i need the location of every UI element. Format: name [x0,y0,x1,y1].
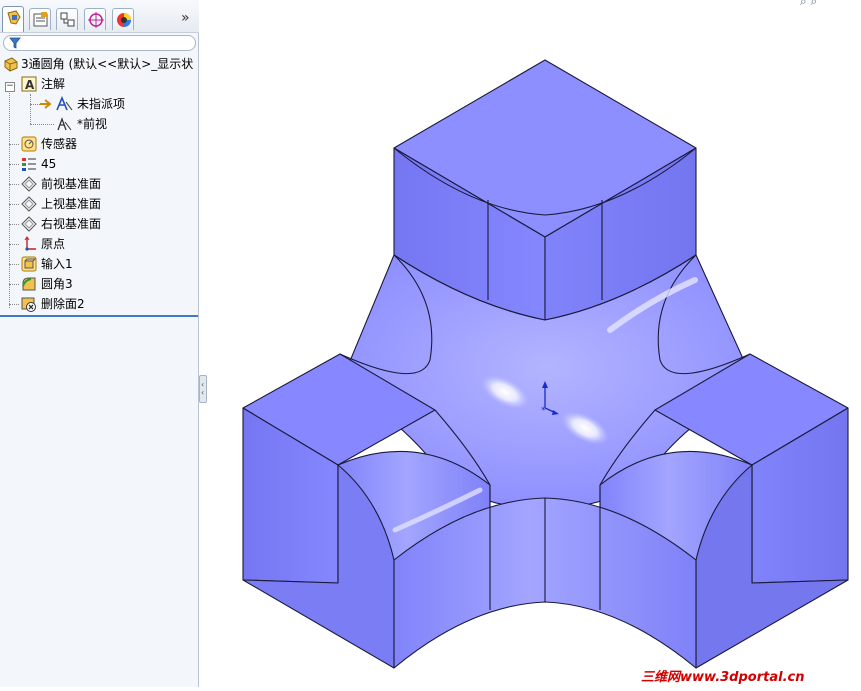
tree-branch-line [9,264,19,265]
more-tabs-icon[interactable]: » [181,10,190,26]
tree-branch-line [9,164,19,165]
tab-dimxpert-manager[interactable] [84,8,106,30]
plane-icon [21,196,37,212]
svg-text:*: * [541,406,546,416]
tree-branch-line [9,184,19,185]
tree-branch-line [9,204,19,205]
tree-branch-line [9,144,19,145]
tree-branch-line [9,284,19,285]
filter-icon [9,37,21,49]
view-orientation-icons[interactable]: ⌕ ⌕ [800,0,817,9]
tab-display-manager[interactable] [112,8,134,30]
annotations-expander[interactable]: − [5,76,15,96]
model-3d-view[interactable]: * [207,0,861,687]
tree-trunk-line [9,84,10,308]
sensor-icon [21,136,37,152]
part-icon [4,57,18,72]
display-manager-icon [117,13,131,27]
origin-icon [24,236,36,251]
tab-configuration-manager[interactable] [56,8,78,30]
tree-branch-line [9,304,19,305]
tab-property-manager[interactable] [29,8,51,30]
tree-branch-line [30,94,31,124]
tree-bottom-divider [0,315,198,317]
annotation-view-icon [57,117,72,131]
tab-feature-manager[interactable] [2,6,24,32]
fillet-icon [22,277,36,291]
filter-input[interactable] [3,35,196,51]
delete-face-icon [21,297,36,312]
annotations-icon: A [21,76,37,92]
feature-tree: 3通圆角 (默认<<默认>_显示状 − A 注解 未指派项 *前视 传感器 45 [0,54,199,316]
svg-text:A: A [25,78,35,92]
tree-branch-line [9,244,19,245]
plane-icon [21,216,37,232]
feature-tree-icon [7,10,21,25]
property-manager-icon [33,12,48,27]
material-icon [22,158,36,171]
feature-manager-panel: » 3通圆角 (默认<<默认>_显示状 − A 注解 未指派项 *前视 传感器 … [0,0,199,687]
imported-body-icon [21,256,37,272]
dimxpert-icon [88,12,104,28]
tree-branch-line [30,124,54,125]
tree-branch-line [9,224,19,225]
panel-splitter-handle[interactable]: ‹ ‹ [199,375,207,403]
tree-branch-line [30,104,40,105]
panel-tab-bar: » [0,0,199,33]
plane-icon [21,176,37,192]
watermark-text: 三维网www.3dportal.cn [641,670,805,685]
unassigned-annotation-icon [40,96,73,111]
configuration-icon [60,12,75,27]
graphics-area[interactable]: * ⌕ ⌕ [207,0,861,687]
